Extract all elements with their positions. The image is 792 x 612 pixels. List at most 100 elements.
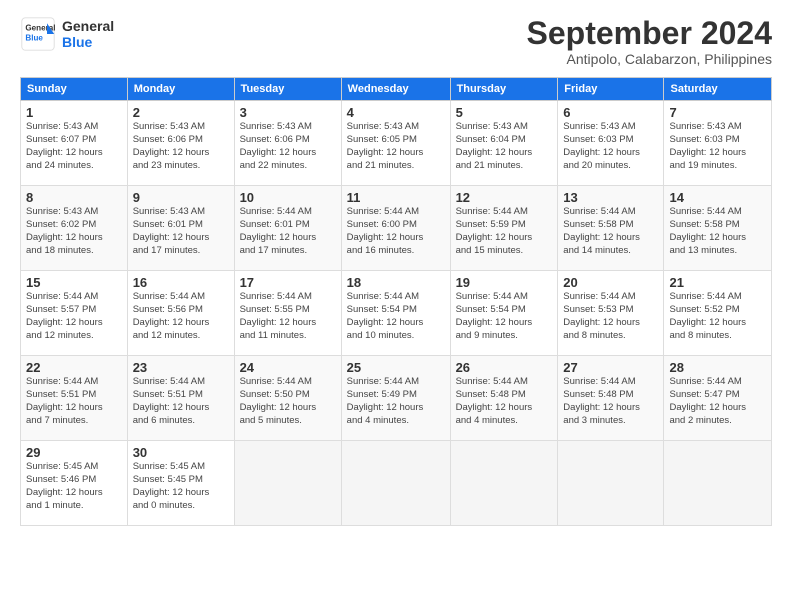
- table-row: 4Sunrise: 5:43 AMSunset: 6:05 PMDaylight…: [341, 101, 450, 186]
- table-row: 3Sunrise: 5:43 AMSunset: 6:06 PMDaylight…: [234, 101, 341, 186]
- day-info: Sunrise: 5:44 AMSunset: 5:48 PMDaylight:…: [563, 376, 640, 425]
- day-number: 1: [26, 105, 122, 120]
- header: General Blue General Blue September 2024…: [20, 16, 772, 67]
- day-number: 9: [133, 190, 229, 205]
- day-info: Sunrise: 5:44 AMSunset: 5:54 PMDaylight:…: [456, 291, 533, 340]
- day-number: 19: [456, 275, 553, 290]
- day-info: Sunrise: 5:43 AMSunset: 6:05 PMDaylight:…: [347, 121, 424, 170]
- table-row: [558, 441, 664, 526]
- table-row: 18Sunrise: 5:44 AMSunset: 5:54 PMDayligh…: [341, 271, 450, 356]
- table-row: 22Sunrise: 5:44 AMSunset: 5:51 PMDayligh…: [21, 356, 128, 441]
- day-info: Sunrise: 5:43 AMSunset: 6:06 PMDaylight:…: [240, 121, 317, 170]
- day-number: 17: [240, 275, 336, 290]
- table-row: [450, 441, 558, 526]
- day-number: 14: [669, 190, 766, 205]
- col-tuesday: Tuesday: [234, 78, 341, 101]
- day-info: Sunrise: 5:43 AMSunset: 6:03 PMDaylight:…: [563, 121, 640, 170]
- table-row: 13Sunrise: 5:44 AMSunset: 5:58 PMDayligh…: [558, 186, 664, 271]
- day-info: Sunrise: 5:44 AMSunset: 5:58 PMDaylight:…: [669, 206, 746, 255]
- day-info: Sunrise: 5:44 AMSunset: 6:01 PMDaylight:…: [240, 206, 317, 255]
- table-row: 2Sunrise: 5:43 AMSunset: 6:06 PMDaylight…: [127, 101, 234, 186]
- col-sunday: Sunday: [21, 78, 128, 101]
- day-number: 10: [240, 190, 336, 205]
- day-number: 28: [669, 360, 766, 375]
- day-number: 18: [347, 275, 445, 290]
- day-number: 12: [456, 190, 553, 205]
- day-info: Sunrise: 5:44 AMSunset: 5:51 PMDaylight:…: [133, 376, 210, 425]
- page: General Blue General Blue September 2024…: [0, 0, 792, 612]
- day-info: Sunrise: 5:44 AMSunset: 5:47 PMDaylight:…: [669, 376, 746, 425]
- table-row: 10Sunrise: 5:44 AMSunset: 6:01 PMDayligh…: [234, 186, 341, 271]
- table-row: 25Sunrise: 5:44 AMSunset: 5:49 PMDayligh…: [341, 356, 450, 441]
- table-row: 7Sunrise: 5:43 AMSunset: 6:03 PMDaylight…: [664, 101, 772, 186]
- col-saturday: Saturday: [664, 78, 772, 101]
- day-number: 26: [456, 360, 553, 375]
- day-info: Sunrise: 5:43 AMSunset: 6:07 PMDaylight:…: [26, 121, 103, 170]
- table-row: 23Sunrise: 5:44 AMSunset: 5:51 PMDayligh…: [127, 356, 234, 441]
- day-info: Sunrise: 5:45 AMSunset: 5:45 PMDaylight:…: [133, 461, 210, 510]
- logo-blue: Blue: [62, 34, 114, 50]
- day-info: Sunrise: 5:44 AMSunset: 5:55 PMDaylight:…: [240, 291, 317, 340]
- table-row: [234, 441, 341, 526]
- day-info: Sunrise: 5:44 AMSunset: 5:59 PMDaylight:…: [456, 206, 533, 255]
- day-number: 6: [563, 105, 658, 120]
- day-number: 7: [669, 105, 766, 120]
- day-number: 2: [133, 105, 229, 120]
- day-info: Sunrise: 5:44 AMSunset: 6:00 PMDaylight:…: [347, 206, 424, 255]
- day-number: 29: [26, 445, 122, 460]
- table-row: 5Sunrise: 5:43 AMSunset: 6:04 PMDaylight…: [450, 101, 558, 186]
- table-row: 8Sunrise: 5:43 AMSunset: 6:02 PMDaylight…: [21, 186, 128, 271]
- table-row: [664, 441, 772, 526]
- day-number: 21: [669, 275, 766, 290]
- table-row: 19Sunrise: 5:44 AMSunset: 5:54 PMDayligh…: [450, 271, 558, 356]
- table-row: 9Sunrise: 5:43 AMSunset: 6:01 PMDaylight…: [127, 186, 234, 271]
- table-row: 11Sunrise: 5:44 AMSunset: 6:00 PMDayligh…: [341, 186, 450, 271]
- logo: General Blue General Blue: [20, 16, 114, 52]
- day-info: Sunrise: 5:43 AMSunset: 6:02 PMDaylight:…: [26, 206, 103, 255]
- title-block: September 2024 Antipolo, Calabarzon, Phi…: [527, 16, 772, 67]
- day-info: Sunrise: 5:44 AMSunset: 5:50 PMDaylight:…: [240, 376, 317, 425]
- table-row: 29Sunrise: 5:45 AMSunset: 5:46 PMDayligh…: [21, 441, 128, 526]
- day-info: Sunrise: 5:43 AMSunset: 6:03 PMDaylight:…: [669, 121, 746, 170]
- day-number: 11: [347, 190, 445, 205]
- table-row: 12Sunrise: 5:44 AMSunset: 5:59 PMDayligh…: [450, 186, 558, 271]
- day-info: Sunrise: 5:44 AMSunset: 5:56 PMDaylight:…: [133, 291, 210, 340]
- day-number: 15: [26, 275, 122, 290]
- day-info: Sunrise: 5:43 AMSunset: 6:01 PMDaylight:…: [133, 206, 210, 255]
- table-row: 15Sunrise: 5:44 AMSunset: 5:57 PMDayligh…: [21, 271, 128, 356]
- day-number: 27: [563, 360, 658, 375]
- day-number: 4: [347, 105, 445, 120]
- col-friday: Friday: [558, 78, 664, 101]
- table-row: 24Sunrise: 5:44 AMSunset: 5:50 PMDayligh…: [234, 356, 341, 441]
- table-row: 28Sunrise: 5:44 AMSunset: 5:47 PMDayligh…: [664, 356, 772, 441]
- day-info: Sunrise: 5:43 AMSunset: 6:06 PMDaylight:…: [133, 121, 210, 170]
- day-info: Sunrise: 5:44 AMSunset: 5:54 PMDaylight:…: [347, 291, 424, 340]
- page-title: September 2024: [527, 16, 772, 51]
- day-number: 5: [456, 105, 553, 120]
- table-row: 20Sunrise: 5:44 AMSunset: 5:53 PMDayligh…: [558, 271, 664, 356]
- col-wednesday: Wednesday: [341, 78, 450, 101]
- table-row: 6Sunrise: 5:43 AMSunset: 6:03 PMDaylight…: [558, 101, 664, 186]
- day-info: Sunrise: 5:44 AMSunset: 5:49 PMDaylight:…: [347, 376, 424, 425]
- calendar: Sunday Monday Tuesday Wednesday Thursday…: [20, 77, 772, 526]
- table-row: 17Sunrise: 5:44 AMSunset: 5:55 PMDayligh…: [234, 271, 341, 356]
- page-subtitle: Antipolo, Calabarzon, Philippines: [527, 51, 772, 67]
- day-info: Sunrise: 5:44 AMSunset: 5:58 PMDaylight:…: [563, 206, 640, 255]
- col-thursday: Thursday: [450, 78, 558, 101]
- table-row: 30Sunrise: 5:45 AMSunset: 5:45 PMDayligh…: [127, 441, 234, 526]
- day-number: 23: [133, 360, 229, 375]
- day-number: 3: [240, 105, 336, 120]
- day-info: Sunrise: 5:44 AMSunset: 5:57 PMDaylight:…: [26, 291, 103, 340]
- table-row: 26Sunrise: 5:44 AMSunset: 5:48 PMDayligh…: [450, 356, 558, 441]
- day-info: Sunrise: 5:44 AMSunset: 5:51 PMDaylight:…: [26, 376, 103, 425]
- day-info: Sunrise: 5:44 AMSunset: 5:52 PMDaylight:…: [669, 291, 746, 340]
- calendar-header-row: Sunday Monday Tuesday Wednesday Thursday…: [21, 78, 772, 101]
- day-info: Sunrise: 5:44 AMSunset: 5:48 PMDaylight:…: [456, 376, 533, 425]
- table-row: 21Sunrise: 5:44 AMSunset: 5:52 PMDayligh…: [664, 271, 772, 356]
- day-number: 25: [347, 360, 445, 375]
- day-info: Sunrise: 5:45 AMSunset: 5:46 PMDaylight:…: [26, 461, 103, 510]
- day-info: Sunrise: 5:43 AMSunset: 6:04 PMDaylight:…: [456, 121, 533, 170]
- logo-general: General: [62, 18, 114, 34]
- day-number: 13: [563, 190, 658, 205]
- table-row: 1Sunrise: 5:43 AMSunset: 6:07 PMDaylight…: [21, 101, 128, 186]
